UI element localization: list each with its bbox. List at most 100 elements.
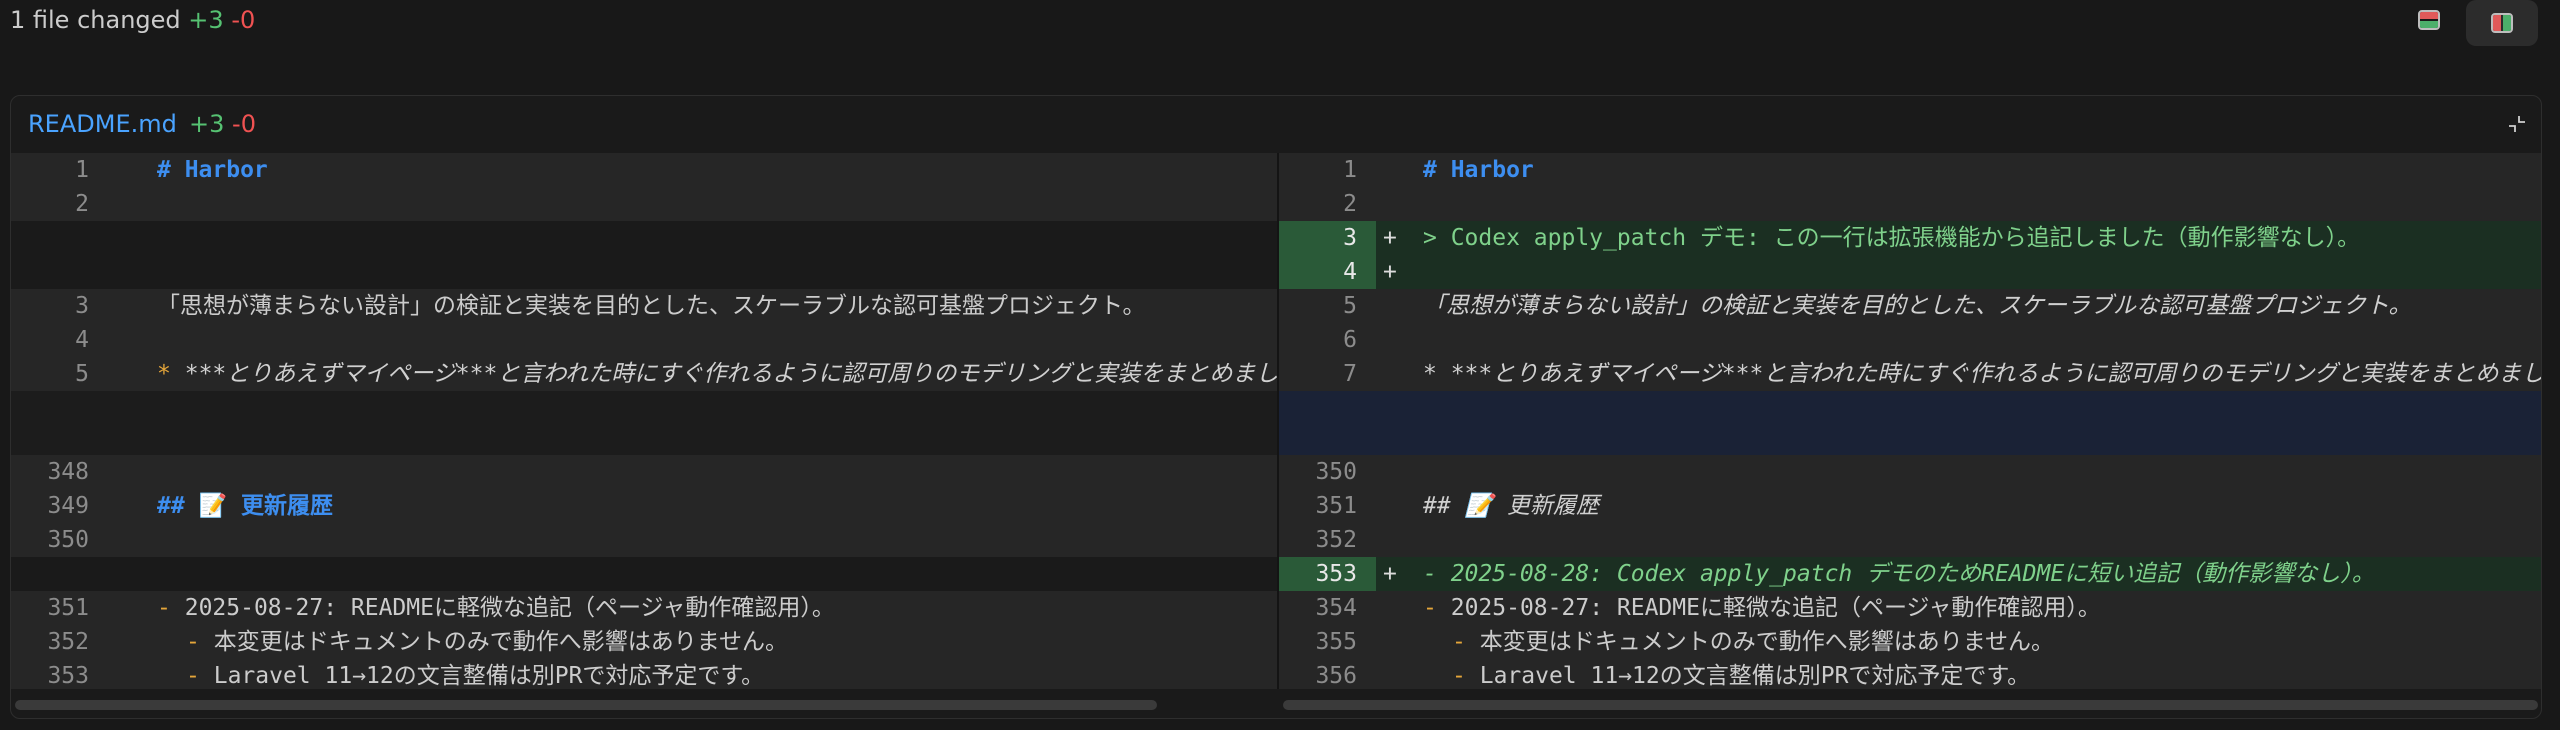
diff-row: 5 「思想が薄まらない設計」の検証と実装を目的とした、スケーラブルな認可基盤プロ…	[1279, 289, 2541, 323]
line-number: 5	[1343, 293, 1357, 319]
hunk-separator[interactable]	[1279, 391, 2541, 455]
code-line: # Harbor	[157, 157, 268, 183]
diff-row: 7 * ***とりあえずマイページ***と言われた時にすぐ作れるように認可周りの…	[1279, 357, 2541, 391]
added-row: 4 +	[1279, 255, 2541, 289]
line-number: 349	[47, 493, 89, 519]
file-deletions: -0	[232, 110, 256, 138]
line-number: 2	[75, 191, 89, 217]
line-number: 350	[1315, 459, 1357, 485]
code-line: - 2025-08-27: READMEに軽微な追記（ページャ動作確認用）。	[1423, 591, 2101, 625]
code-line: > Codex apply_patch デモ: この一行は拡張機能から追記しまし…	[1423, 225, 2361, 251]
file-stats: +3 -0	[189, 108, 256, 140]
code-text: 本変更はドキュメントのみで動作へ影響はありません。	[1479, 629, 2055, 655]
added-row: 3 + > Codex apply_patch デモ: この一行は拡張機能から追…	[1279, 221, 2541, 255]
diff-row: 350	[1279, 455, 2541, 489]
new-file-pane: 1 # Harbor 2 3 + > Codex apply_patch デモ:…	[1279, 153, 2541, 689]
code-line: - Laravel 11→12の文言整備は別PRで対応予定です。	[1452, 659, 2030, 689]
line-number: 348	[47, 459, 89, 485]
diff-toolbar: 1 file changed +3 -0	[0, 0, 2560, 46]
diff-row: 1 # Harbor	[1279, 153, 2541, 187]
diff-row: 2	[1279, 187, 2541, 221]
hunk-separator[interactable]	[11, 391, 1277, 455]
line-number: 351	[1315, 493, 1357, 519]
line-number: 1	[1343, 157, 1357, 183]
diff-row: 4	[11, 323, 1277, 357]
diff-row: 2	[11, 187, 1277, 221]
diff-summary: 1 file changed +3 -0	[10, 4, 255, 36]
line-number: 354	[1315, 595, 1357, 621]
list-bullet: -	[186, 629, 200, 655]
line-number: 355	[1315, 629, 1357, 655]
line-number: 350	[47, 527, 89, 553]
diff-row: 352 - 本変更はドキュメントのみで動作へ影響はありません。	[11, 625, 1277, 659]
code-text: Laravel 11→12の文言整備は別PRで対応予定です。	[1479, 663, 2031, 689]
code-line: - 2025-08-28: Codex apply_patch デモのためREA…	[1423, 561, 2375, 587]
diff-row: 350	[11, 523, 1277, 557]
right-horizontal-scrollbar[interactable]	[1283, 700, 2538, 710]
left-horizontal-scrollbar[interactable]	[15, 700, 1157, 710]
code-line: 「思想が薄まらない設計」の検証と実装を目的とした、スケーラブルな認可基盤プロジェ…	[157, 293, 1146, 319]
line-number: 356	[1315, 663, 1357, 689]
line-number: 5	[75, 361, 89, 387]
diff-row: 6	[1279, 323, 2541, 357]
code-text: 2025-08-27: READMEに軽微な追記（ページャ動作確認用）。	[184, 595, 835, 621]
line-number: 1	[75, 157, 89, 183]
code-line: - 本変更はドキュメントのみで動作へ影響はありません。	[186, 625, 788, 659]
diff-row: 351 - 2025-08-27: READMEに軽微な追記（ページャ動作確認用…	[11, 591, 1277, 625]
diff-row: 349 ## 📝 更新履歴	[11, 489, 1277, 523]
code-line: ## 📝 更新履歴	[157, 493, 334, 519]
line-number: 4	[1343, 259, 1357, 285]
line-number: 3	[75, 293, 89, 319]
list-bullet: -	[157, 595, 171, 621]
unified-view-icon	[2418, 10, 2440, 30]
line-number: 6	[1343, 327, 1357, 353]
code-line: - Laravel 11→12の文言整備は別PRで対応予定です。	[186, 659, 764, 689]
line-number: 2	[1343, 191, 1357, 217]
code-line: * ***とりあえずマイページ***と言われた時にすぐ作れるように認可周りのモデ…	[1423, 361, 2541, 387]
code-text: 本変更はドキュメントのみで動作へ影響はありません。	[213, 629, 789, 655]
code-text: Laravel 11→12の文言整備は別PRで対応予定です。	[213, 663, 765, 689]
line-number: 7	[1343, 361, 1357, 387]
unified-view-button[interactable]	[2406, 2, 2452, 38]
added-marker: +	[1383, 259, 1397, 285]
diff-row: 351 ## 📝 更新履歴	[1279, 489, 2541, 523]
diff-row: 356 - Laravel 11→12の文言整備は別PRで対応予定です。	[1279, 659, 2541, 689]
line-number: 352	[47, 629, 89, 655]
split-view-icon	[2491, 13, 2513, 33]
code-line: - 2025-08-27: READMEに軽微な追記（ページャ動作確認用）。	[157, 591, 835, 625]
empty-placeholder-row	[11, 557, 1277, 591]
code-line: # Harbor	[1423, 157, 1534, 183]
line-number: 353	[1315, 561, 1357, 587]
code-line: ## 📝 更新履歴	[1423, 493, 1600, 519]
files-changed-label: 1 file changed	[10, 6, 181, 34]
diff-row: 1 # Harbor	[11, 153, 1277, 187]
split-view-button[interactable]	[2466, 0, 2538, 46]
list-bullet: -	[1452, 629, 1466, 655]
list-bullet: -	[1452, 663, 1466, 689]
file-name-link[interactable]: README.md	[28, 108, 177, 140]
diff-row: 353 - Laravel 11→12の文言整備は別PRで対応予定です。	[11, 659, 1277, 689]
diff-row: 5 * ***とりあえずマイページ***と言われた時にすぐ作れるように認可周りの…	[11, 357, 1277, 391]
list-bullet: -	[186, 663, 200, 689]
file-header: README.md +3 -0	[11, 96, 2541, 152]
list-bullet: *	[157, 361, 171, 387]
added-marker: +	[1383, 225, 1397, 251]
diff-row: 3 「思想が薄まらない設計」の検証と実装を目的とした、スケーラブルな認可基盤プロ…	[11, 289, 1277, 323]
diff-row: 354 - 2025-08-27: READMEに軽微な追記（ページャ動作確認用…	[1279, 591, 2541, 625]
line-number: 4	[75, 327, 89, 353]
collapse-icon[interactable]	[2507, 114, 2527, 134]
diff-row: 355 - 本変更はドキュメントのみで動作へ影響はありません。	[1279, 625, 2541, 659]
total-additions: +3	[188, 6, 224, 34]
code-line: - 本変更はドキュメントのみで動作へ影響はありません。	[1452, 625, 2054, 659]
added-marker: +	[1383, 561, 1397, 587]
line-number: 353	[47, 663, 89, 689]
file-additions: +3	[189, 110, 225, 138]
total-deletions: -0	[231, 6, 256, 34]
diff-row: 352	[1279, 523, 2541, 557]
added-row: 353 + - 2025-08-28: Codex apply_patch デモ…	[1279, 557, 2541, 591]
code-line: * ***とりあえずマイページ***と言われた時にすぐ作れるように認可周りのモデ…	[157, 357, 1277, 391]
line-number: 351	[47, 595, 89, 621]
diff-row: 348	[11, 455, 1277, 489]
code-text: ***とりあえずマイページ***と言われた時にすぐ作れるように認可周りのモデリン…	[184, 361, 1277, 387]
line-number: 352	[1315, 527, 1357, 553]
